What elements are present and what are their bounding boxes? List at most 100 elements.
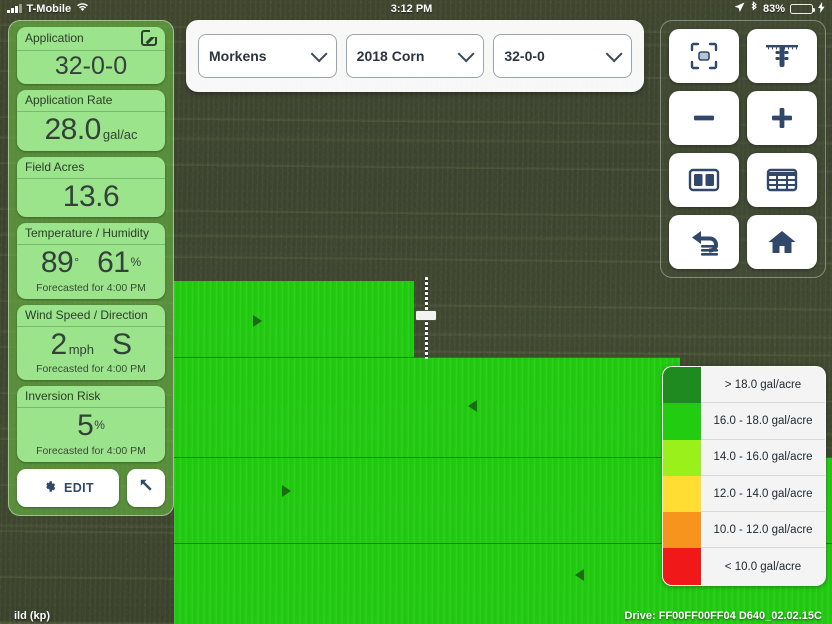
cellular-signal-icon bbox=[7, 4, 22, 13]
implement-view-button[interactable] bbox=[747, 29, 817, 83]
info-sidebar: Application 32-0-0 Application Rate 28.0 gal… bbox=[8, 20, 174, 516]
card-value-unit: % bbox=[130, 254, 142, 269]
legend-row: < 10.0 gal/acre bbox=[663, 548, 825, 585]
data-table-button[interactable] bbox=[747, 153, 817, 207]
swath-direction-arrow-icon bbox=[575, 569, 584, 581]
legend-color-swatch bbox=[663, 548, 701, 585]
plus-icon bbox=[768, 104, 796, 132]
card-value: 5 bbox=[77, 409, 94, 443]
card-value-unit: ° bbox=[74, 254, 80, 269]
zoom-in-button[interactable] bbox=[747, 91, 817, 145]
application-rate-card[interactable]: Application Rate 28.0 gal/ac bbox=[17, 90, 165, 151]
lightning-bolt-icon bbox=[818, 1, 825, 16]
zoom-out-button[interactable] bbox=[669, 91, 739, 145]
legend-row: 12.0 - 14.0 gal/acre bbox=[663, 475, 825, 513]
fit-to-screen-icon bbox=[689, 41, 719, 71]
product-select[interactable]: 32-0-0 bbox=[493, 34, 633, 78]
sidebar-actions: EDIT bbox=[17, 468, 165, 507]
status-bar-clock: 3:12 PM bbox=[390, 2, 433, 15]
product-select-value: 32-0-0 bbox=[504, 48, 545, 64]
swath-direction-arrow-icon bbox=[468, 400, 477, 412]
undo-list-icon bbox=[688, 228, 720, 256]
edit-pencil-icon[interactable] bbox=[141, 30, 157, 46]
battery-percent-label: 83% bbox=[762, 2, 785, 15]
legend-range-label: 16.0 - 18.0 gal/acre bbox=[701, 403, 825, 440]
card-title: Temperature / Humidity bbox=[17, 223, 165, 246]
cursor-arrow-icon bbox=[137, 476, 156, 500]
card-value: 28.0 bbox=[44, 113, 101, 147]
rate-legend: > 18.0 gal/acre 16.0 - 18.0 gal/acre 14.0 … bbox=[662, 366, 826, 586]
edit-button[interactable]: EDIT bbox=[17, 468, 119, 507]
inversion-risk-card[interactable]: Inversion Risk 5% Forecasted for 4:00 PM bbox=[17, 386, 165, 462]
application-root: T-Mobile 3:12 PM 83% Morkens 2018 Corn 3… bbox=[0, 0, 832, 624]
legend-color-swatch bbox=[663, 439, 701, 476]
legend-row: 10.0 - 12.0 gal/acre bbox=[663, 512, 825, 549]
card-value-group: S bbox=[112, 329, 132, 361]
card-value-group: 5% bbox=[77, 410, 105, 442]
card-value: 89 bbox=[40, 246, 74, 280]
card-value-group: 13.6 bbox=[63, 181, 120, 213]
field-acres-card[interactable]: Field Acres 13.6 bbox=[17, 156, 165, 218]
undo-log-button[interactable] bbox=[669, 215, 739, 269]
fit-to-screen-button[interactable] bbox=[669, 29, 739, 83]
split-panel-icon bbox=[688, 167, 720, 193]
chevron-down-icon bbox=[605, 45, 623, 63]
card-value-row: 2 mph S bbox=[17, 327, 165, 366]
pointer-tool-button[interactable] bbox=[127, 468, 165, 507]
card-value-group: 28.0 gal/ac bbox=[44, 114, 137, 146]
legend-range-label: 10.0 - 12.0 gal/acre bbox=[701, 512, 825, 549]
status-bar-left: T-Mobile bbox=[0, 2, 89, 15]
edit-button-label: EDIT bbox=[63, 480, 95, 495]
sprayer-body-icon bbox=[415, 310, 437, 321]
card-title-label: Application bbox=[25, 31, 84, 45]
drive-info-label: Drive: FF00FF00FF04 D640_02.02.15C bbox=[624, 610, 823, 622]
grower-select-value: Morkens bbox=[209, 48, 267, 64]
legend-rows: > 18.0 gal/acre 16.0 - 18.0 gal/acre 14.0 … bbox=[663, 367, 825, 585]
card-value-group: 89° bbox=[41, 247, 79, 279]
temperature-humidity-card[interactable]: Temperature / Humidity 89° 61% Forecasted f… bbox=[17, 223, 165, 299]
home-icon bbox=[767, 228, 797, 256]
legend-row: 16.0 - 18.0 gal/acre bbox=[663, 403, 825, 440]
bluetooth-icon bbox=[750, 0, 758, 16]
card-title: Inversion Risk bbox=[17, 386, 165, 409]
legend-color-swatch bbox=[663, 367, 701, 404]
legend-range-label: < 10.0 gal/acre bbox=[701, 548, 825, 585]
card-value-row: 5% bbox=[17, 408, 165, 447]
card-value-unit: mph bbox=[68, 341, 94, 357]
card-title: Field Acres bbox=[17, 157, 165, 179]
selection-toolbar: Morkens 2018 Corn 32-0-0 bbox=[186, 20, 644, 92]
card-value-group: 32-0-0 bbox=[55, 53, 127, 79]
gear-icon bbox=[42, 479, 57, 497]
field-season-select[interactable]: 2018 Corn bbox=[345, 34, 485, 78]
split-view-button[interactable] bbox=[669, 153, 739, 207]
swath-direction-arrow-icon bbox=[282, 485, 291, 497]
legend-range-label: 12.0 - 14.0 gal/acre bbox=[701, 475, 825, 513]
home-button[interactable] bbox=[747, 215, 817, 269]
location-arrow-icon bbox=[734, 2, 745, 16]
legend-color-swatch bbox=[663, 403, 701, 440]
legend-color-swatch bbox=[663, 512, 701, 549]
card-value: 2 bbox=[50, 327, 68, 361]
wifi-icon bbox=[76, 2, 89, 15]
card-value-row: 13.6 bbox=[17, 179, 165, 218]
application-card[interactable]: Application 32-0-0 bbox=[17, 27, 165, 85]
card-value-group: 2 mph bbox=[51, 329, 94, 361]
sprayer-boom-icon bbox=[764, 41, 800, 71]
coverage-swath bbox=[174, 281, 414, 357]
chevron-down-icon bbox=[457, 45, 475, 63]
coverage-swath bbox=[174, 357, 680, 457]
chevron-down-icon bbox=[310, 45, 328, 63]
card-title: Application Rate bbox=[17, 90, 165, 113]
card-title-label: Field Acres bbox=[25, 159, 85, 174]
swath-direction-arrow-icon bbox=[253, 315, 262, 327]
legend-color-swatch bbox=[663, 475, 701, 513]
card-value-row: 89° 61% bbox=[17, 245, 165, 284]
card-value: 32-0-0 bbox=[54, 52, 128, 80]
card-title-label: Wind Speed / Direction bbox=[25, 307, 148, 322]
card-value: S bbox=[111, 327, 132, 361]
legend-row: > 18.0 gal/acre bbox=[663, 367, 825, 404]
card-title-label: Temperature / Humidity bbox=[25, 226, 150, 241]
card-title: Wind Speed / Direction bbox=[17, 305, 165, 327]
wind-speed-direction-card[interactable]: Wind Speed / Direction 2 mph S Forecasted fo… bbox=[17, 304, 165, 381]
grower-select[interactable]: Morkens bbox=[198, 34, 337, 78]
